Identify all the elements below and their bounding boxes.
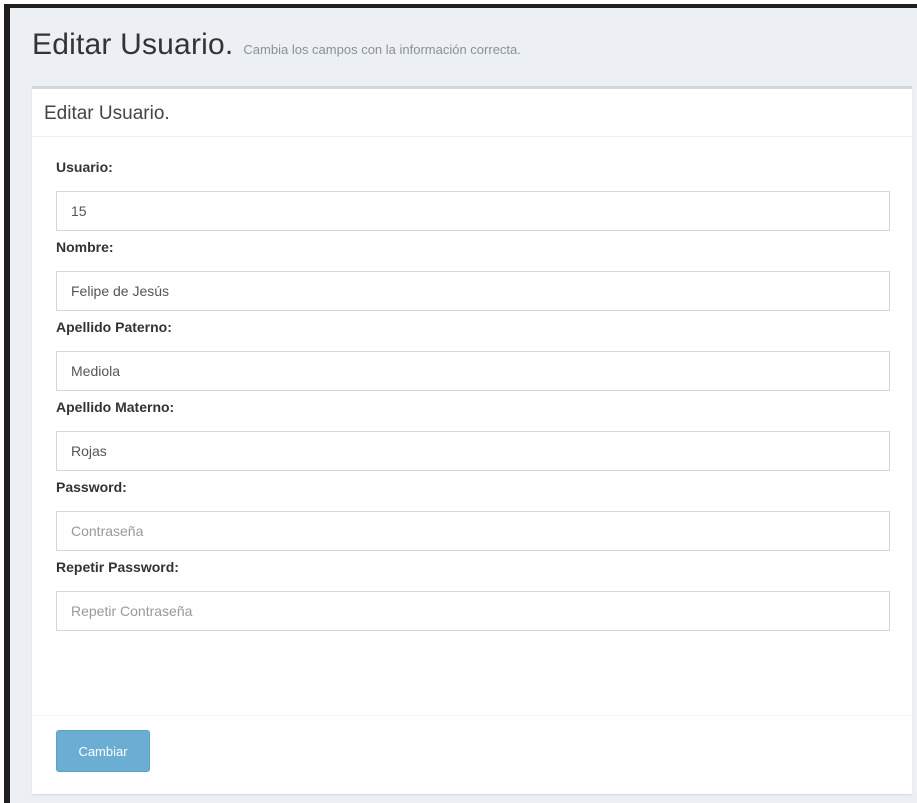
password-label: Password:	[56, 479, 127, 495]
app-window: Editar Usuario. Cambia los campos con la …	[4, 4, 917, 803]
repeat-password-label: Repetir Password:	[56, 559, 179, 575]
nombre-group: Nombre:	[56, 239, 900, 311]
nombre-input[interactable]	[56, 271, 890, 311]
nombre-label: Nombre:	[56, 239, 114, 255]
cambiar-button[interactable]: Cambiar	[56, 730, 150, 772]
repeat-password-group: Repetir Password:	[56, 559, 900, 631]
usuario-group: Usuario:	[56, 159, 900, 231]
panel-header: Editar Usuario.	[32, 89, 912, 137]
panel-title: Editar Usuario.	[44, 103, 170, 124]
panel-footer: Cambiar	[32, 715, 912, 797]
page-title: Editar Usuario.	[32, 28, 234, 61]
password-group: Password:	[56, 479, 900, 551]
apellido-materno-input[interactable]	[56, 431, 890, 471]
page-subtitle: Cambia los campos con la información cor…	[243, 42, 521, 57]
usuario-label: Usuario:	[56, 159, 113, 175]
edit-user-panel: Editar Usuario. Usuario: Nombre: Apellid…	[32, 86, 912, 794]
usuario-input[interactable]	[56, 191, 890, 231]
apellido-paterno-group: Apellido Paterno:	[56, 319, 900, 391]
apellido-paterno-label: Apellido Paterno:	[56, 319, 172, 335]
edit-user-form: Usuario: Nombre: Apellido Paterno: Apell…	[32, 137, 912, 631]
apellido-paterno-input[interactable]	[56, 351, 890, 391]
password-input[interactable]	[56, 511, 890, 551]
apellido-materno-group: Apellido Materno:	[56, 399, 900, 471]
repeat-password-input[interactable]	[56, 591, 890, 631]
apellido-materno-label: Apellido Materno:	[56, 399, 175, 415]
page-header: Editar Usuario. Cambia los campos con la …	[10, 8, 917, 86]
